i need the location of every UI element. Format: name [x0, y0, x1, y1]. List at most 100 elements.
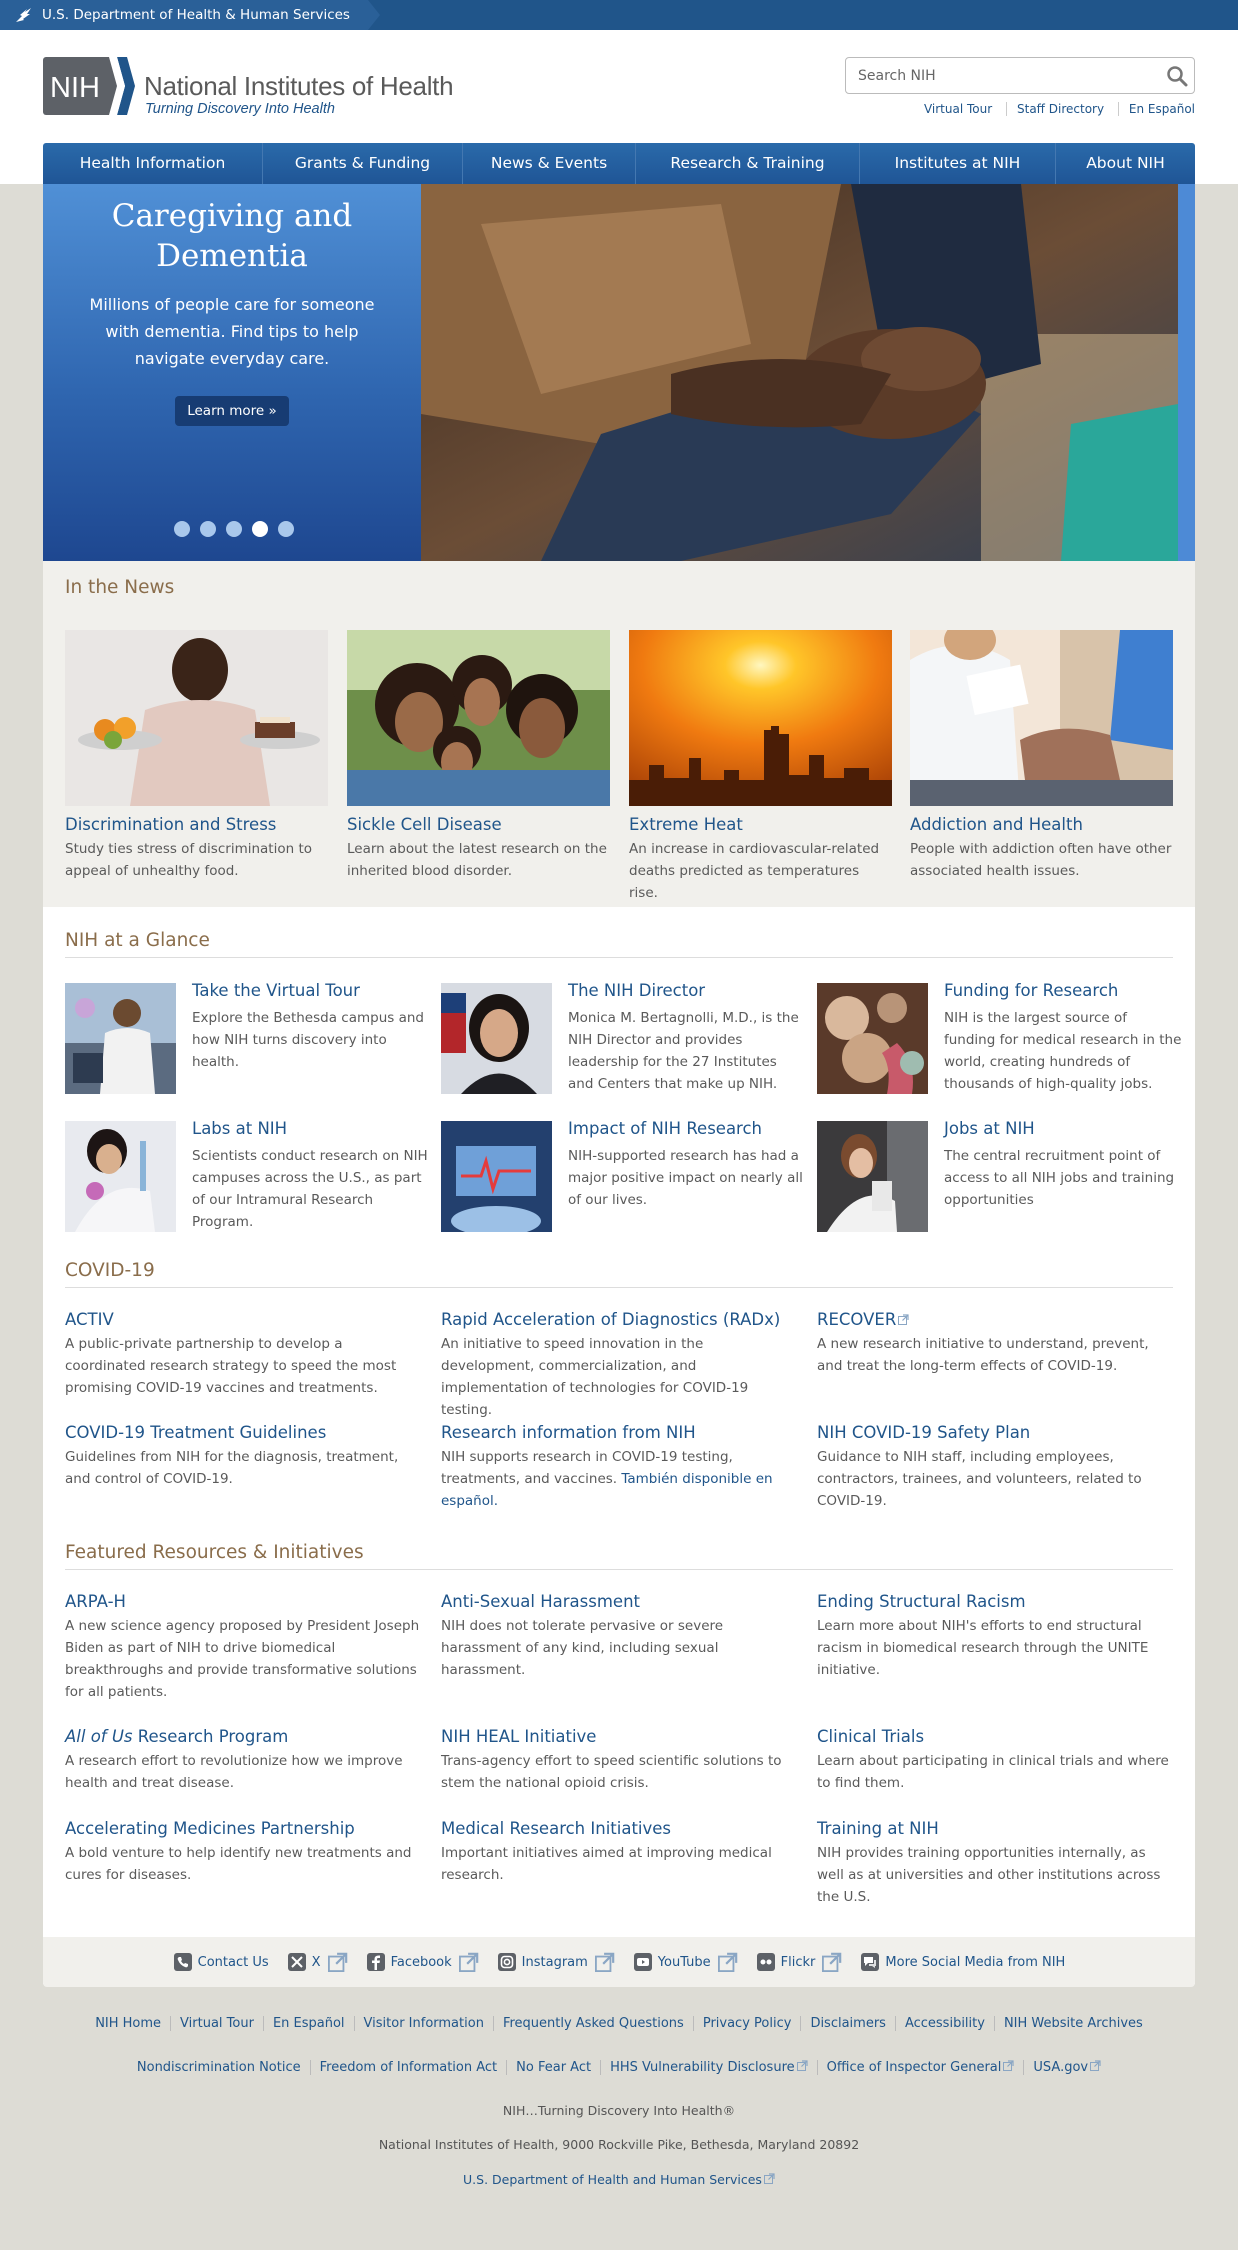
carousel-dot-5[interactable]	[278, 521, 294, 537]
glance-desc: Explore the Bethesda campus and how NIH …	[192, 1010, 424, 1070]
news-title[interactable]: Extreme Heat	[629, 815, 892, 834]
nih-logo[interactable]: NIH	[43, 57, 135, 115]
glance-title[interactable]: Jobs at NIH	[944, 1119, 1035, 1138]
featured-title[interactable]: Anti-Sexual Harassment	[441, 1592, 797, 1611]
footer-usa-gov-label[interactable]: USA.gov	[1033, 2060, 1088, 2075]
social-x[interactable]: X	[287, 1952, 348, 1972]
covid-title[interactable]: Research information from NIH	[441, 1423, 797, 1442]
social-more[interactable]: More Social Media from NIH	[860, 1952, 1065, 1972]
glance-image-virtual-tour[interactable]	[65, 983, 176, 1094]
footer-virtual-tour[interactable]: Virtual Tour	[170, 2016, 263, 2031]
news-image-sickle-cell[interactable]	[347, 630, 610, 806]
covid-title[interactable]: RECOVER	[817, 1310, 1173, 1329]
glance-image-impact[interactable]	[441, 1121, 552, 1232]
footer-privacy[interactable]: Privacy Policy	[692, 2016, 801, 2031]
glance-item[interactable]: The NIH Director Monica M. Bertagnolli, …	[441, 981, 801, 1095]
footer-en-espanol[interactable]: En Español	[262, 2016, 354, 2031]
news-card[interactable]: Discrimination and Stress Study ties str…	[65, 630, 328, 882]
social-flickr[interactable]: Flickr	[756, 1952, 843, 1972]
util-en-espanol[interactable]: En Español	[1117, 102, 1195, 116]
footer-vulnerability-label[interactable]: HHS Vulnerability Disclosure	[610, 2060, 795, 2075]
social-instagram[interactable]: Instagram	[497, 1952, 615, 1972]
nav-institutes[interactable]: Institutes at NIH	[860, 143, 1056, 184]
learn-more-button[interactable]: Learn more »	[175, 396, 289, 426]
util-staff-directory[interactable]: Staff Directory	[1006, 102, 1115, 116]
covid-title[interactable]: COVID-19 Treatment Guidelines	[65, 1423, 421, 1442]
news-title[interactable]: Discrimination and Stress	[65, 815, 328, 834]
glance-title[interactable]: Impact of NIH Research	[568, 1119, 762, 1138]
carousel-dot-1[interactable]	[174, 521, 190, 537]
covid-title[interactable]: Rapid Acceleration of Diagnostics (RADx)	[441, 1310, 797, 1329]
footer-vulnerability[interactable]: HHS Vulnerability Disclosure	[600, 2060, 817, 2075]
nav-health-information[interactable]: Health Information	[43, 143, 263, 184]
covid-title-text[interactable]: RECOVER	[817, 1310, 896, 1329]
glance-title[interactable]: Labs at NIH	[192, 1119, 287, 1138]
featured-title[interactable]: Medical Research Initiatives	[441, 1819, 797, 1838]
news-image-addiction[interactable]	[910, 630, 1173, 806]
glance-desc: Monica M. Bertagnolli, M.D., is the NIH …	[568, 1010, 799, 1092]
footer-no-fear[interactable]: No Fear Act	[506, 2060, 601, 2075]
glance-title[interactable]: The NIH Director	[568, 981, 705, 1000]
footer-archives[interactable]: NIH Website Archives	[993, 2016, 1152, 2031]
footer-visitor-info[interactable]: Visitor Information	[353, 2016, 493, 2031]
featured-title[interactable]: Accelerating Medicines Partnership	[65, 1819, 421, 1838]
footer-nondiscrimination[interactable]: Nondiscrimination Notice	[128, 2060, 310, 2075]
glance-image-funding[interactable]	[817, 983, 928, 1094]
footer-accessibility[interactable]: Accessibility	[894, 2016, 994, 2031]
footer-usa-gov[interactable]: USA.gov	[1023, 2060, 1111, 2075]
nav-grants-funding[interactable]: Grants & Funding	[263, 143, 463, 184]
news-card[interactable]: Addiction and Health People with addicti…	[910, 630, 1173, 882]
news-card[interactable]: Extreme Heat An increase in cardiovascul…	[629, 630, 892, 904]
glance-image-jobs[interactable]	[817, 1121, 928, 1232]
featured-title-rest[interactable]: Research Program	[133, 1727, 289, 1746]
glance-title[interactable]: Take the Virtual Tour	[192, 981, 360, 1000]
featured-title-italic[interactable]: All of Us	[65, 1727, 133, 1746]
news-card[interactable]: Sickle Cell Disease Learn about the late…	[347, 630, 610, 882]
covid-title[interactable]: NIH COVID-19 Safety Plan	[817, 1423, 1173, 1442]
news-title[interactable]: Sickle Cell Disease	[347, 815, 610, 834]
social-instagram-label: Instagram	[521, 1954, 588, 1970]
nav-research-training[interactable]: Research & Training	[636, 143, 860, 184]
covid-title[interactable]: ACTIV	[65, 1310, 421, 1329]
featured-title[interactable]: ARPA-H	[65, 1592, 421, 1611]
footer-disclaimers[interactable]: Disclaimers	[800, 2016, 895, 2031]
footer-foia[interactable]: Freedom of Information Act	[309, 2060, 507, 2075]
glance-title[interactable]: Funding for Research	[944, 981, 1118, 1000]
search-input[interactable]	[846, 58, 1146, 93]
util-virtual-tour[interactable]: Virtual Tour	[914, 102, 1002, 116]
logo-title[interactable]: National Institutes of Health	[144, 71, 454, 102]
glance-item[interactable]: Impact of NIH Research NIH-supported res…	[441, 1119, 803, 1233]
hero-image[interactable]	[421, 184, 1178, 561]
footer-faq[interactable]: Frequently Asked Questions	[492, 2016, 693, 2031]
featured-title[interactable]: All of Us Research Program	[65, 1727, 421, 1746]
footer-hhs-label[interactable]: U.S. Department of Health and Human Serv…	[463, 2172, 762, 2187]
glance-item[interactable]: Funding for Research NIH is the largest …	[817, 981, 1181, 1095]
external-link-icon	[458, 1952, 478, 1972]
carousel-dot-2[interactable]	[200, 521, 216, 537]
featured-title[interactable]: Training at NIH	[817, 1819, 1173, 1838]
social-contact[interactable]: Contact Us	[173, 1952, 269, 1972]
carousel-dot-4[interactable]	[252, 521, 268, 537]
news-title[interactable]: Addiction and Health	[910, 815, 1173, 834]
glance-item[interactable]: Labs at NIH Scientists conduct research …	[65, 1119, 428, 1233]
glance-item[interactable]: Jobs at NIH The central recruitment poin…	[817, 1119, 1177, 1233]
search-icon[interactable]	[1166, 65, 1188, 87]
glance-item[interactable]: Take the Virtual Tour Explore the Bethes…	[65, 981, 425, 1095]
nav-news-events[interactable]: News & Events	[463, 143, 636, 184]
social-facebook[interactable]: Facebook	[366, 1952, 479, 1972]
footer-hhs-link[interactable]: U.S. Department of Health and Human Serv…	[463, 2172, 775, 2187]
carousel-dot-3[interactable]	[226, 521, 242, 537]
footer-nih-home[interactable]: NIH Home	[86, 2016, 170, 2031]
hhs-link[interactable]: U.S. Department of Health & Human Servic…	[0, 0, 380, 30]
news-image-extreme-heat[interactable]	[629, 630, 892, 806]
featured-title[interactable]: Ending Structural Racism	[817, 1592, 1173, 1611]
glance-image-director[interactable]	[441, 983, 552, 1094]
featured-title[interactable]: NIH HEAL Initiative	[441, 1727, 797, 1746]
social-youtube[interactable]: YouTube	[633, 1952, 738, 1972]
featured-title[interactable]: Clinical Trials	[817, 1727, 1173, 1746]
nav-about-nih[interactable]: About NIH	[1056, 143, 1195, 184]
footer-oig[interactable]: Office of Inspector General	[816, 2060, 1024, 2075]
news-image-discrimination[interactable]	[65, 630, 328, 806]
footer-oig-label[interactable]: Office of Inspector General	[827, 2060, 1002, 2075]
glance-image-labs[interactable]	[65, 1121, 176, 1232]
